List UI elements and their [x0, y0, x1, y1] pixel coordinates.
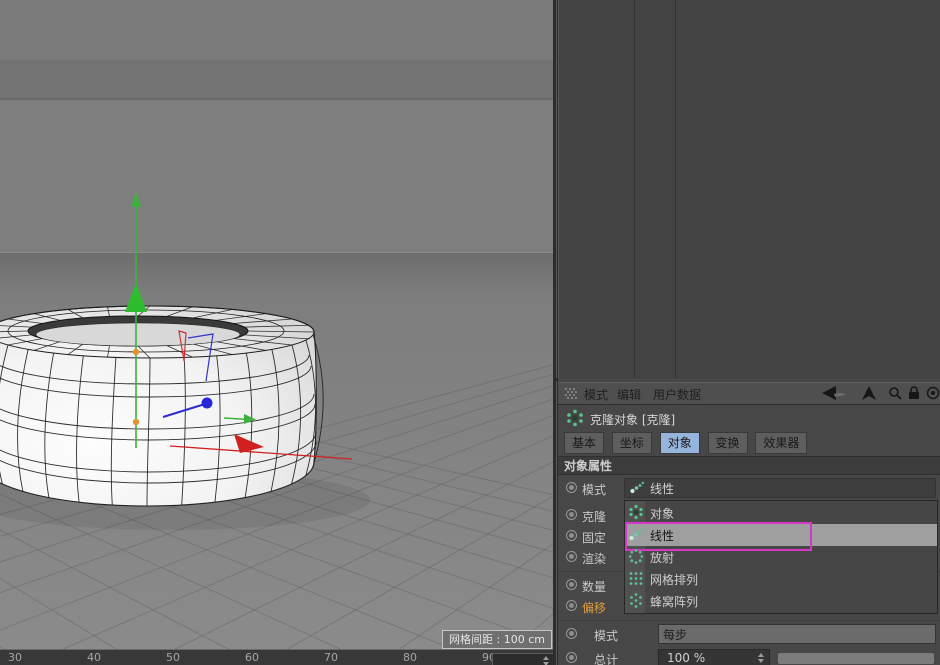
animation-toggle[interactable]: [566, 600, 577, 611]
row-total: 总计 100 %: [558, 648, 940, 665]
row-label: 总计: [594, 651, 618, 665]
target-icon[interactable]: [926, 386, 940, 403]
cloner-icon: [628, 504, 644, 523]
row-mode: 模式 线性: [558, 478, 940, 499]
tab-basic[interactable]: 基本: [564, 432, 604, 454]
dropdown-item-honeycomb[interactable]: 蜂窝阵列: [625, 590, 937, 612]
animation-toggle[interactable]: [566, 509, 577, 520]
attribute-manager: 模式 编辑 用户数据: [558, 378, 940, 665]
grid-array-icon: [628, 570, 644, 589]
timeline-tick: 60: [245, 652, 259, 664]
tab-effectors[interactable]: 效果器: [755, 432, 807, 454]
lock-icon[interactable]: [908, 386, 920, 403]
row-label: 偏移: [582, 599, 606, 616]
menu-mode[interactable]: 模式: [584, 386, 608, 403]
animation-toggle[interactable]: [566, 482, 577, 493]
radial-icon: [628, 548, 644, 567]
row-label: 克隆: [582, 508, 606, 525]
menu-user-data[interactable]: 用户数据: [653, 386, 701, 403]
up-arrow-icon[interactable]: [862, 386, 876, 403]
timeline-ruler[interactable]: 30 40 50 60 70 80 90: [0, 649, 553, 665]
mode-dropdown-menu: 对象 线性: [624, 500, 938, 614]
tab-transform[interactable]: 变换: [708, 432, 748, 454]
timeline-end-input[interactable]: [492, 653, 554, 665]
tab-coordinates[interactable]: 坐标: [612, 432, 652, 454]
animation-toggle[interactable]: [566, 628, 577, 639]
timeline-tick: 80: [403, 652, 417, 664]
tab-object[interactable]: 对象: [660, 432, 700, 454]
search-icon[interactable]: [888, 386, 902, 403]
animation-toggle[interactable]: [566, 530, 577, 541]
object-title-row: 克隆对象 [克隆]: [558, 406, 940, 430]
honeycomb-icon: [628, 592, 644, 611]
cinema4d-app: 网格间距 : 100 cm 30 40 50 60 70 80 90: [0, 0, 940, 665]
row-label: 渲染: [582, 550, 606, 567]
viewport-scene[interactable]: [0, 0, 553, 649]
section-object-properties[interactable]: 对象属性: [558, 456, 940, 475]
row-label: 模式: [594, 627, 618, 644]
spinner-icon[interactable]: [542, 656, 551, 665]
row-label: 模式: [582, 481, 606, 498]
menu-edit[interactable]: 编辑: [617, 386, 641, 403]
dropdown-item-object[interactable]: 对象: [625, 502, 937, 524]
grid-spacing-badge: 网格间距 : 100 cm: [442, 630, 552, 649]
linear-icon: [628, 526, 644, 545]
mode-value: 线性: [650, 480, 674, 497]
animation-toggle[interactable]: [566, 652, 577, 663]
row-step-mode: 模式 每步: [558, 624, 940, 645]
attribute-menubar: 模式 编辑 用户数据: [558, 382, 940, 405]
object-manager-panel[interactable]: [558, 0, 940, 378]
viewport-3d[interactable]: 网格间距 : 100 cm: [0, 0, 553, 649]
object-title: 克隆对象 [克隆]: [590, 411, 675, 428]
linear-icon: [629, 479, 645, 498]
panel-column-divider: [634, 0, 635, 378]
mode-select[interactable]: 线性: [624, 478, 936, 498]
row-label: 数量: [582, 578, 606, 595]
z-axis-knob[interactable]: [202, 398, 213, 409]
row-label: 固定: [582, 529, 606, 546]
total-slider[interactable]: [778, 653, 934, 664]
grip-icon[interactable]: [564, 387, 578, 403]
timeline-tick: 50: [166, 652, 180, 664]
cloner-icon: [566, 409, 584, 430]
panel-column-divider: [675, 0, 676, 378]
axis-handle-dot[interactable]: [133, 419, 139, 425]
timeline-tick: 40: [87, 652, 101, 664]
dropdown-item-radial[interactable]: 放射: [625, 546, 937, 568]
animation-toggle[interactable]: [566, 579, 577, 590]
step-mode-select[interactable]: 每步: [658, 624, 936, 644]
timeline-tick: 30: [8, 652, 22, 664]
axis-handle-dot[interactable]: [133, 349, 139, 355]
dropdown-item-grid-array[interactable]: 网格排列: [625, 568, 937, 590]
total-value: 100 %: [667, 651, 705, 665]
spinner-icon[interactable]: [757, 653, 766, 663]
total-input[interactable]: 100 %: [658, 649, 770, 665]
timeline-tick: 70: [324, 652, 338, 664]
tab-bar: 基本 坐标 对象 变换 效果器: [564, 432, 811, 452]
back-arrow-icon[interactable]: [820, 386, 846, 403]
animation-toggle[interactable]: [566, 551, 577, 562]
step-mode-value: 每步: [663, 626, 687, 643]
dropdown-item-linear[interactable]: 线性: [625, 524, 937, 546]
